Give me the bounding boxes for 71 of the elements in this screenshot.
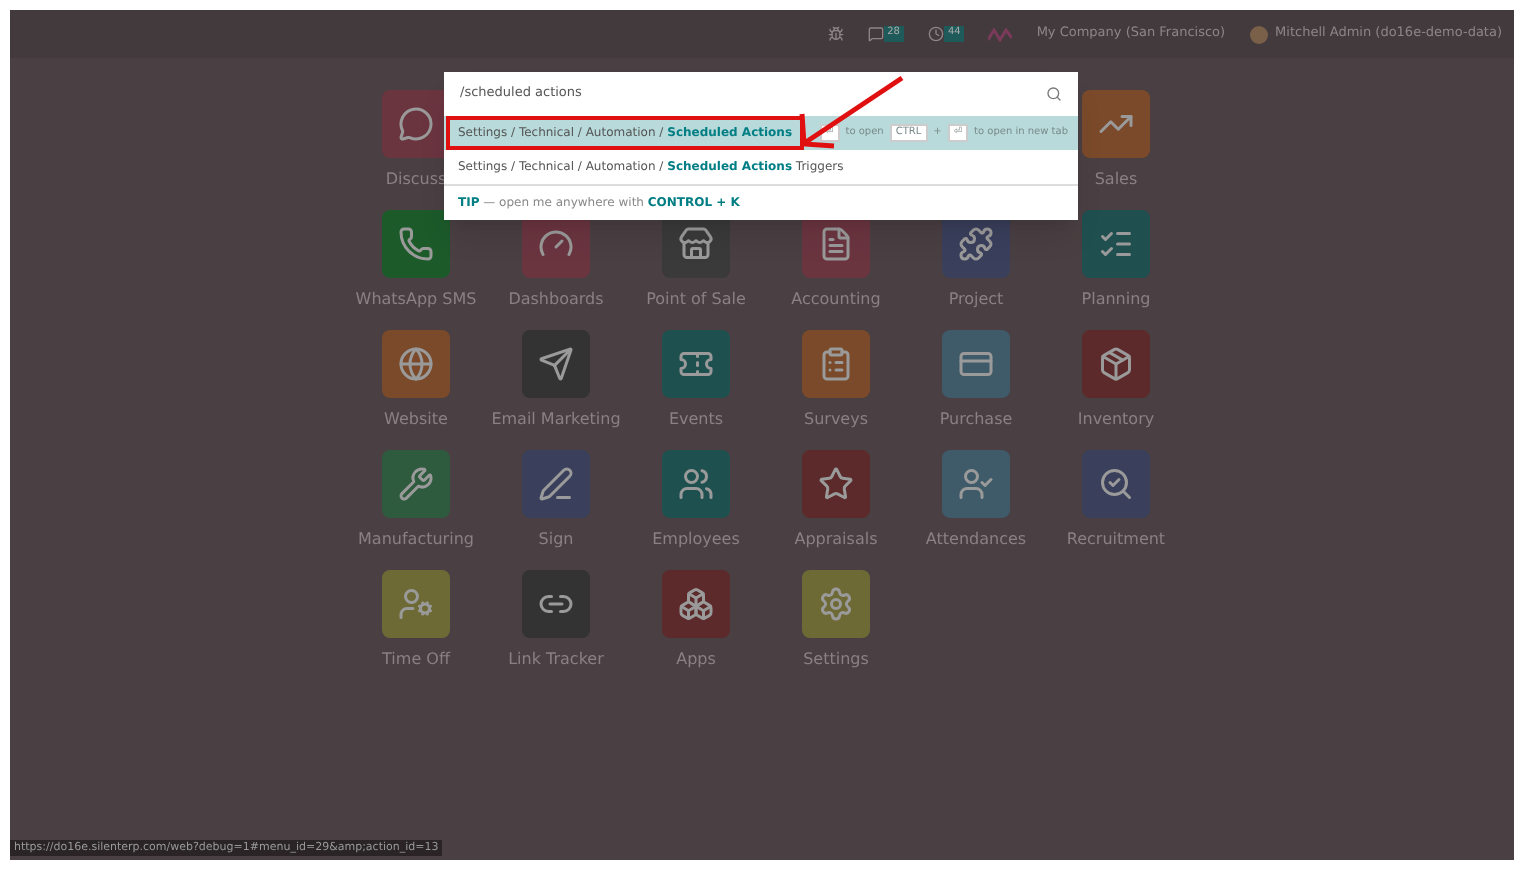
globe-icon — [398, 346, 434, 382]
app-label: WhatsApp SMS — [355, 288, 477, 312]
app-label: Time Off — [382, 648, 450, 672]
app-label: Settings — [803, 648, 869, 672]
app-tile[interactable] — [522, 330, 590, 398]
app-label: Accounting — [791, 288, 881, 312]
search-icon[interactable] — [1046, 86, 1062, 102]
app-tile[interactable] — [522, 570, 590, 638]
app-label: Email Marketing — [491, 408, 621, 432]
app-label: Attendances — [925, 528, 1027, 552]
app-tile[interactable] — [382, 210, 450, 278]
clipboard-icon — [818, 346, 854, 382]
gear-icon — [818, 586, 854, 622]
paper-plane-icon — [538, 346, 574, 382]
app-tile[interactable] — [942, 330, 1010, 398]
store-icon — [678, 226, 714, 262]
app-tile[interactable] — [662, 450, 730, 518]
app-label: Sign — [538, 528, 574, 552]
app-tile[interactable] — [942, 450, 1010, 518]
app-label: Apps — [676, 648, 716, 672]
app-tile[interactable] — [1082, 90, 1150, 158]
pen-icon — [538, 466, 574, 502]
logo-icon — [988, 27, 1013, 41]
gauge-icon — [538, 226, 574, 262]
ticket-icon — [678, 346, 714, 382]
app-label: Employees — [652, 528, 740, 552]
clock-icon[interactable] — [927, 26, 944, 42]
app-tile[interactable] — [522, 450, 590, 518]
app-tile[interactable] — [802, 570, 870, 638]
app-label: Discuss — [385, 168, 447, 192]
app-tile[interactable] — [802, 330, 870, 398]
app-label: Surveys — [804, 408, 868, 432]
box-icon — [1098, 346, 1134, 382]
avatar — [1249, 25, 1268, 43]
app-label: Purchase — [939, 408, 1013, 432]
app-label: Appraisals — [794, 528, 878, 552]
card-icon — [958, 346, 994, 382]
puzzle-icon — [958, 226, 994, 262]
app-label: Link Tracker — [508, 648, 604, 672]
app-tile[interactable] — [382, 570, 450, 638]
list-icon — [1098, 226, 1134, 262]
app-tile[interactable] — [662, 330, 730, 398]
app-tile[interactable] — [382, 450, 450, 518]
cubes-icon — [678, 586, 714, 622]
bug-icon[interactable] — [827, 26, 844, 42]
speech-bubble-icon — [398, 106, 434, 142]
app-label: Website — [384, 408, 448, 432]
app-tile[interactable] — [1082, 210, 1150, 278]
magnifier-icon — [1098, 466, 1134, 502]
app-label: Recruitment — [1066, 528, 1166, 552]
app-label: Dashboards — [508, 288, 604, 312]
app-tile[interactable] — [382, 330, 450, 398]
app-tile[interactable] — [662, 570, 730, 638]
app-tile[interactable] — [802, 450, 870, 518]
app-tile[interactable] — [382, 90, 450, 158]
app-label: Inventory — [1077, 408, 1155, 432]
chat-icon[interactable] — [867, 26, 884, 42]
app-label: Point of Sale — [646, 288, 746, 312]
app-label: Manufacturing — [358, 528, 474, 552]
star-icon — [818, 466, 854, 502]
app-tile[interactable] — [1082, 330, 1150, 398]
app-label: Sales — [1094, 168, 1138, 192]
app-label: Planning — [1081, 288, 1151, 312]
app-label: Project — [948, 288, 1004, 312]
wrench-icon — [398, 466, 434, 502]
document-icon — [818, 226, 854, 262]
app-tile[interactable] — [1082, 450, 1150, 518]
person-gear-icon — [398, 586, 434, 622]
people-icon — [678, 466, 714, 502]
phone-icon — [398, 226, 434, 262]
app-label: Events — [668, 408, 724, 432]
